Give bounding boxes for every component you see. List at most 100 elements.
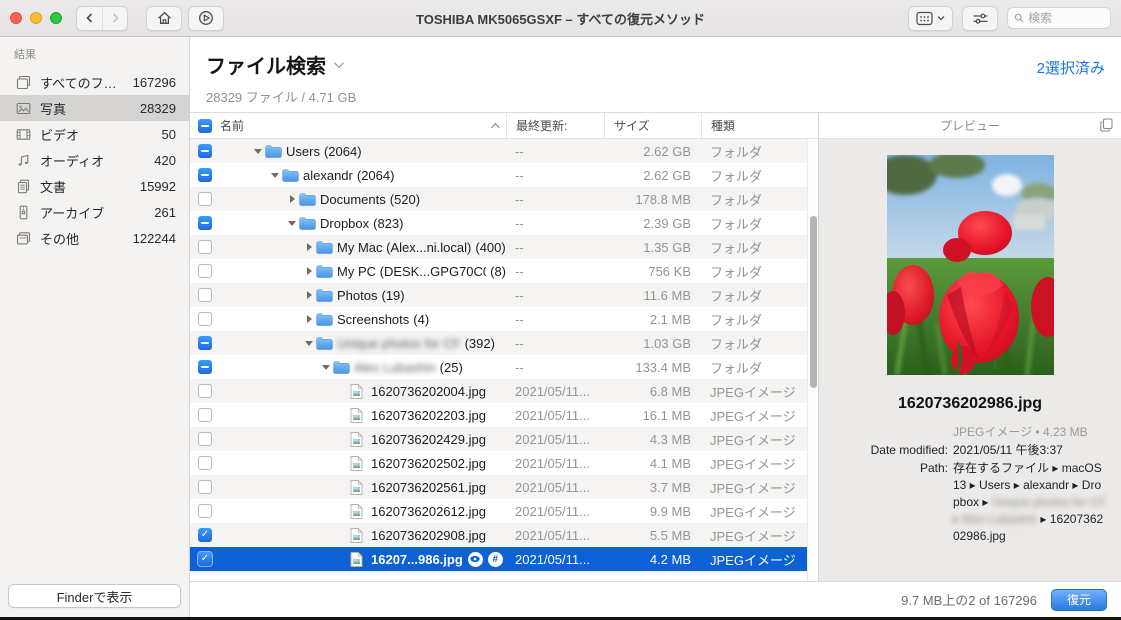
photos-icon <box>15 101 32 116</box>
preview-image <box>887 155 1054 375</box>
item-count: (4) <box>413 312 429 327</box>
cell-size: 133.4 MB <box>604 360 701 375</box>
cell-modified: 2021/05/11... <box>506 504 604 519</box>
row-checkbox[interactable] <box>198 432 212 446</box>
disclosure-triangle[interactable] <box>290 195 295 203</box>
row-checkbox[interactable] <box>198 528 212 542</box>
cell-name: Dropbox(823) <box>220 216 506 231</box>
disclosure-triangle[interactable] <box>307 243 312 251</box>
file-name: Users <box>286 144 320 159</box>
rescan-button[interactable] <box>188 6 224 31</box>
close-button[interactable] <box>10 12 22 24</box>
cell-modified: -- <box>506 240 604 255</box>
table-row[interactable]: 16207...986.jpg#2021/05/11...4.2 MBJPEGイ… <box>190 547 818 571</box>
disclosure-triangle[interactable] <box>271 173 279 178</box>
scan-method-selector[interactable]: ファイル検索 <box>206 50 356 79</box>
disclosure-triangle[interactable] <box>307 315 312 323</box>
search-field[interactable] <box>1007 7 1111 29</box>
row-checkbox[interactable] <box>198 360 212 374</box>
cell-modified: -- <box>506 264 604 279</box>
home-button[interactable] <box>146 6 182 31</box>
eye-icon <box>468 552 483 567</box>
table-row[interactable]: Documents(520)--178.8 MBフォルダ <box>190 187 818 211</box>
disclosure-triangle[interactable] <box>305 341 313 346</box>
sidebar-item-audio[interactable]: オーディオ420 <box>0 147 189 173</box>
table-row[interactable]: 1620736202203.jpg2021/05/11...16.1 MBJPE… <box>190 403 818 427</box>
row-checkbox[interactable] <box>198 288 212 302</box>
row-checkbox[interactable] <box>198 216 212 230</box>
table-row[interactable]: My PC (DESK...GPG70C0)(8)--756 KBフォルダ <box>190 259 818 283</box>
select-all-checkbox[interactable] <box>198 119 212 133</box>
row-checkbox[interactable] <box>198 552 212 566</box>
row-checkbox[interactable] <box>198 168 212 182</box>
table-row[interactable]: alexandr(2064)--2.62 GBフォルダ <box>190 163 818 187</box>
row-checkbox[interactable] <box>198 264 212 278</box>
item-count: (392) <box>465 336 495 351</box>
filter-button[interactable] <box>962 6 998 31</box>
row-checkbox[interactable] <box>198 240 212 254</box>
column-header-kind[interactable]: 種類 <box>701 113 807 138</box>
row-checkbox[interactable] <box>198 144 212 158</box>
scrollbar-thumb[interactable] <box>810 216 817 388</box>
column-header-name[interactable]: 名前 <box>220 113 506 138</box>
table-row[interactable]: Alex Lubashin(25)--133.4 MBフォルダ <box>190 355 818 379</box>
column-header-modified[interactable]: 最終更新: <box>506 113 604 138</box>
sort-ascending-icon <box>491 123 499 131</box>
table-row[interactable]: 1620736202561.jpg2021/05/11...3.7 MBJPEG… <box>190 475 818 499</box>
cell-name: Photos(19) <box>220 288 506 303</box>
table-row[interactable]: 1620736202429.jpg2021/05/11...4.3 MBJPEG… <box>190 427 818 451</box>
file-name: alexandr <box>303 168 353 183</box>
cell-modified: -- <box>506 336 604 351</box>
table-row[interactable]: 1620736202502.jpg2021/05/11...4.1 MBJPEG… <box>190 451 818 475</box>
item-count: (2064) <box>357 168 395 183</box>
row-checkbox[interactable] <box>198 480 212 494</box>
sidebar-item-photos[interactable]: 写真28329 <box>0 95 189 121</box>
zoom-button[interactable] <box>50 12 62 24</box>
table-row[interactable]: Screenshots(4)--2.1 MBフォルダ <box>190 307 818 331</box>
disclosure-triangle[interactable] <box>288 221 296 226</box>
table-row[interactable]: 1620736202612.jpg2021/05/11...9.9 MBJPEG… <box>190 499 818 523</box>
recover-button[interactable]: 復元 <box>1051 589 1107 611</box>
sidebar-item-documents[interactable]: 文書15992 <box>0 173 189 199</box>
item-count: (520) <box>390 192 420 207</box>
show-in-finder-button[interactable]: Finderで表示 <box>8 584 181 608</box>
table-row[interactable]: 1620736202004.jpg2021/05/11...6.8 MBJPEG… <box>190 379 818 403</box>
table-row[interactable]: 1620736202908.jpg2021/05/11...5.5 MBJPEG… <box>190 523 818 547</box>
sidebar-item-video[interactable]: ビデオ50 <box>0 121 189 147</box>
cell-size: 2.1 MB <box>604 312 701 327</box>
row-checkbox[interactable] <box>198 384 212 398</box>
minimize-button[interactable] <box>30 12 42 24</box>
cell-modified: 2021/05/11... <box>506 456 604 471</box>
back-button[interactable] <box>77 7 102 30</box>
view-options-button[interactable] <box>908 6 953 31</box>
disclosure-triangle[interactable] <box>307 291 312 299</box>
sidebar-item-archive[interactable]: アーカイブ261 <box>0 199 189 225</box>
cell-size: 1.03 GB <box>604 336 701 351</box>
column-header-size[interactable]: サイズ <box>604 113 701 138</box>
table-row[interactable]: Unique photos for CF(392)--1.03 GBフォルダ <box>190 331 818 355</box>
cell-size: 3.7 MB <box>604 480 701 495</box>
row-checkbox[interactable] <box>198 504 212 518</box>
row-checkbox[interactable] <box>198 312 212 326</box>
table-row[interactable]: Users(2064)--2.62 GBフォルダ <box>190 139 818 163</box>
disclosure-triangle[interactable] <box>322 365 330 370</box>
cell-kind: フォルダ <box>701 214 807 233</box>
vertical-scrollbar[interactable] <box>807 139 818 581</box>
selection-status: 2選択済み <box>1037 50 1105 112</box>
row-checkbox[interactable] <box>198 192 212 206</box>
sidebar-item-other[interactable]: その他122244 <box>0 225 189 251</box>
jpeg-file-icon <box>350 480 371 495</box>
disclosure-triangle[interactable] <box>307 267 312 275</box>
row-checkbox[interactable] <box>198 456 212 470</box>
table-row[interactable]: Dropbox(823)--2.39 GBフォルダ <box>190 211 818 235</box>
table-row[interactable]: Photos(19)--11.6 MBフォルダ <box>190 283 818 307</box>
disclosure-triangle[interactable] <box>254 149 262 154</box>
file-name: 1620736202612.jpg <box>371 504 486 519</box>
table-row[interactable]: My Mac (Alex...ni.local)(400)--1.35 GBフォ… <box>190 235 818 259</box>
forward-button[interactable] <box>102 7 127 30</box>
row-checkbox[interactable] <box>198 408 212 422</box>
sidebar-item-all-files[interactable]: すべてのフ…167296 <box>0 69 189 95</box>
search-input[interactable] <box>1028 11 1104 25</box>
row-checkbox[interactable] <box>198 336 212 350</box>
open-preview-window-icon[interactable] <box>1100 118 1113 132</box>
